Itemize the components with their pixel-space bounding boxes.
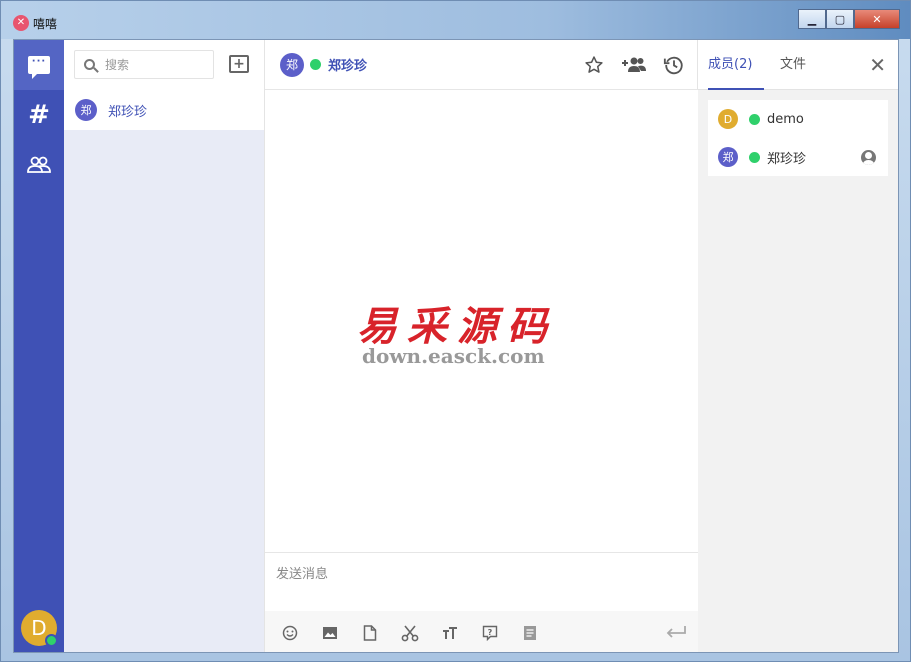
- group-icon: [27, 156, 51, 173]
- online-status-dot: [749, 113, 760, 125]
- online-status-dot: [749, 151, 760, 163]
- avatar: 郑: [75, 99, 97, 121]
- app-window: ✕ 嘻嘻 ▁ ▢ ✕ ··· # D 搜索 + 郑 郑珍珍 郑 郑珍珍 易采源码…: [0, 0, 911, 662]
- conversation-item[interactable]: 郑 郑珍珍: [64, 90, 264, 130]
- avatar: 郑: [718, 147, 738, 167]
- watermark-url: down.easck.com: [362, 344, 545, 368]
- note-icon[interactable]: [515, 619, 545, 647]
- current-user-avatar[interactable]: D: [21, 610, 58, 647]
- owner-user-icon: [861, 150, 876, 165]
- client-area: ··· # D 搜索 + 郑 郑珍珍 郑 郑珍珍 易采源码 down.easck…: [13, 39, 899, 653]
- chat-header: 郑 郑珍珍: [265, 40, 699, 90]
- message-composer: ?: [265, 552, 699, 652]
- quote-icon[interactable]: ?: [475, 619, 505, 647]
- close-window-button[interactable]: ✕: [854, 9, 900, 29]
- nav-rail: ··· # D: [14, 40, 64, 652]
- send-enter-icon[interactable]: [665, 621, 687, 645]
- chat-panel: 郑 郑珍珍 易采源码 down.easck.com 发送消息 ?: [264, 40, 699, 652]
- add-chat-icon[interactable]: +: [229, 55, 249, 73]
- scissors-icon[interactable]: [395, 619, 425, 647]
- avatar-initial: D: [31, 616, 47, 640]
- tab-files[interactable]: 文件: [780, 40, 806, 90]
- history-icon[interactable]: [661, 53, 687, 77]
- rail-item-chats[interactable]: ···: [14, 40, 64, 90]
- search-icon: [84, 59, 95, 70]
- image-icon[interactable]: [315, 619, 345, 647]
- side-panel-tabs: 成员(2) 文件 ✕: [698, 40, 898, 90]
- avatar: D: [718, 109, 738, 129]
- member-name: demo: [767, 111, 804, 127]
- title-bar[interactable]: ✕ 嘻嘻 ▁ ▢ ✕: [1, 1, 910, 39]
- online-status-dot: [310, 59, 321, 70]
- minimize-button[interactable]: ▁: [798, 9, 826, 29]
- file-icon[interactable]: [355, 619, 385, 647]
- search-input[interactable]: [105, 57, 205, 72]
- svg-text:?: ?: [488, 628, 493, 637]
- message-input[interactable]: [265, 553, 699, 611]
- member-item[interactable]: D demo: [708, 100, 888, 138]
- message-area[interactable]: 易采源码 down.easck.com: [265, 90, 699, 552]
- window-title: 嘻嘻: [33, 17, 58, 31]
- member-name: 郑珍珍: [767, 151, 807, 167]
- member-list: D demo 郑 郑珍珍: [708, 100, 888, 176]
- emoji-icon[interactable]: [275, 619, 305, 647]
- font-size-icon[interactable]: [435, 619, 465, 647]
- search-bar: +: [64, 40, 264, 90]
- maximize-button[interactable]: ▢: [826, 9, 854, 29]
- rail-item-contacts[interactable]: [14, 140, 64, 190]
- chat-avatar[interactable]: 郑: [280, 52, 304, 77]
- hash-icon: #: [28, 100, 50, 130]
- star-icon[interactable]: [581, 53, 607, 77]
- side-panel: 成员(2) 文件 ✕ D demo 郑 郑珍珍: [698, 40, 898, 652]
- window-controls: ▁ ▢ ✕: [798, 9, 900, 29]
- conversation-name: 郑珍珍: [108, 104, 148, 120]
- online-status-dot: [45, 634, 58, 647]
- conversation-list: + 郑 郑珍珍: [64, 40, 264, 652]
- search-box[interactable]: [74, 50, 214, 79]
- rail-item-channels[interactable]: #: [14, 90, 64, 140]
- chat-bubble-icon: ···: [28, 56, 50, 79]
- chat-title[interactable]: 郑珍珍: [328, 55, 367, 74]
- close-icon[interactable]: ✕: [869, 53, 886, 77]
- add-member-icon[interactable]: [621, 53, 647, 77]
- composer-toolbar: ?: [265, 611, 699, 652]
- tab-members[interactable]: 成员(2): [708, 40, 764, 90]
- app-logo-icon: ✕: [13, 15, 29, 31]
- chat-header-actions: [581, 53, 687, 77]
- member-item[interactable]: 郑 郑珍珍: [708, 138, 888, 176]
